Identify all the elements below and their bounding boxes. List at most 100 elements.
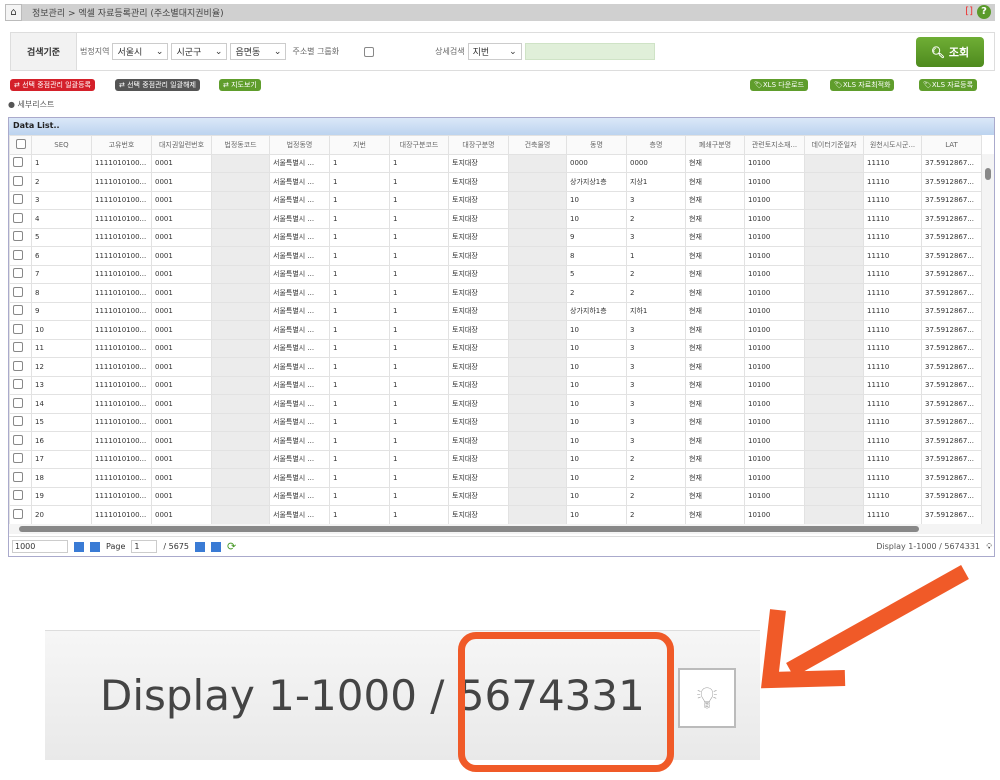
table-cell: 현재 [685,190,745,210]
table-row[interactable]: 17 1111010100... 0001 서울특별시 ... 1 1 토지대장 10 2 현재 1… [9,449,982,469]
row-checkbox[interactable] [9,172,32,192]
row-checkbox[interactable] [9,486,32,506]
table-cell: 1 [389,449,449,469]
select-all-checkbox[interactable] [9,135,32,155]
row-checkbox[interactable] [9,412,32,432]
row-checkbox[interactable] [9,320,32,340]
row-checkbox[interactable] [9,468,32,488]
table-row[interactable]: 15 1111010100... 0001 서울특별시 ... 1 1 토지대장 10 3 현재 1… [9,412,982,432]
row-checkbox[interactable] [9,394,32,414]
table-row[interactable]: 16 1111010100... 0001 서울특별시 ... 1 1 토지대장 10 3 현재 1… [9,431,982,451]
help-icon[interactable]: ? [977,5,991,19]
table-cell: 1111010100... [91,227,152,247]
column-header[interactable]: 고유번호 [91,135,152,155]
search-icon: 🔍︎ [930,45,945,59]
row-checkbox[interactable] [9,153,32,173]
table-cell [508,505,567,525]
row-checkbox[interactable] [9,283,32,303]
column-header[interactable]: 건축물명 [508,135,567,155]
column-header[interactable]: 관련토지소재... [744,135,805,155]
column-header[interactable]: 층명 [626,135,686,155]
table-row[interactable]: 7 1111010100... 0001 서울특별시 ... 1 1 토지대장 5 2 현재 101… [9,264,982,284]
home-icon[interactable]: ⌂ [5,4,22,21]
bulk-register-button[interactable]: ⇄ 선택 중점관리 일괄등록 [10,79,95,91]
table-cell: 3 [626,357,686,377]
prev-page-icon[interactable] [90,541,100,552]
bulk-release-button[interactable]: ⇄ 선택 중점관리 일괄해제 [115,79,200,91]
row-checkbox[interactable] [9,209,32,229]
table-row[interactable]: 2 1111010100... 0001 서울특별시 ... 1 1 토지대장 상가지상1층 지… [9,172,982,192]
table-row[interactable]: 13 1111010100... 0001 서울특별시 ... 1 1 토지대장 10 3 현재 1… [9,375,982,395]
group-checkbox[interactable] [364,46,375,57]
lightbulb-icon[interactable]: 💡︎ [986,542,992,552]
row-checkbox[interactable] [9,375,32,395]
table-row[interactable]: 10 1111010100... 0001 서울특별시 ... 1 1 토지대장 10 3 현재 1… [9,320,982,340]
table-row[interactable]: 11 1111010100... 0001 서울특별시 ... 1 1 토지대장 10 3 현재 1… [9,338,982,358]
column-header[interactable]: 데이터기준일자 [804,135,864,155]
table-cell: 11110 [863,468,922,488]
xls-optimize-button[interactable]: 🏷︎XLS 자료최적화 [830,79,895,91]
row-checkbox[interactable] [9,505,32,525]
row-checkbox[interactable] [9,227,32,247]
table-row[interactable]: 19 1111010100... 0001 서울특별시 ... 1 1 토지대장 10 2 현재 1… [9,486,982,506]
column-header[interactable]: 대지권일련번호 [151,135,212,155]
chevron-down-icon: ⌄ [273,46,282,57]
table-row[interactable]: 5 1111010100... 0001 서울특별시 ... 1 1 토지대장 9 3 현재 101… [9,227,982,247]
next-page-icon[interactable] [194,541,205,552]
table-cell: 10100 [744,486,805,506]
map-view-button[interactable]: ⇄ 지도보기 [219,79,261,91]
xls-register-button[interactable]: 🏷︎XLS 자료등록 [919,79,978,91]
page-input[interactable]: 1 [131,540,158,553]
horizontal-scrollbar[interactable] [9,524,994,534]
detail-search-input[interactable] [524,43,655,60]
table-row[interactable]: 4 1111010100... 0001 서울특별시 ... 1 1 토지대장 10 2 현재 10… [9,209,982,229]
bookmark-icon[interactable]: [] [965,6,973,17]
column-header[interactable]: 동명 [566,135,627,155]
table-row[interactable]: 3 1111010100... 0001 서울특별시 ... 1 1 토지대장 10 3 현재 10… [9,190,982,210]
row-checkbox[interactable] [9,357,32,377]
row-checkbox[interactable] [9,246,32,266]
column-header[interactable]: SEQ [31,135,92,155]
column-header[interactable]: LAT [921,135,982,155]
table-cell: 1 [389,486,449,506]
column-header[interactable]: 지번 [329,135,390,155]
row-checkbox[interactable] [9,431,32,451]
table-row[interactable]: 18 1111010100... 0001 서울특별시 ... 1 1 토지대장 10 2 현재 1… [9,468,982,488]
row-checkbox[interactable] [9,190,32,210]
query-button[interactable]: 🔍︎ 조회 [916,37,984,67]
xls-download-button[interactable]: 🏷︎XLS 다운로드 [750,79,809,91]
table-row[interactable]: 6 1111010100... 0001 서울특별시 ... 1 1 토지대장 8 1 현재 101… [9,246,982,266]
table-row[interactable]: 8 1111010100... 0001 서울특별시 ... 1 1 토지대장 2 2 현재 101… [9,283,982,303]
table-cell: 토지대장 [448,449,509,469]
table-row[interactable]: 12 1111010100... 0001 서울특별시 ... 1 1 토지대장 10 3 현재 1… [9,357,982,377]
table-row[interactable]: 20 1111010100... 0001 서울특별시 ... 1 1 토지대장 10 2 현재 1… [9,505,982,525]
page-size-select[interactable]: 1000 [12,540,68,553]
refresh-icon[interactable]: ⟳ [227,540,236,553]
row-checkbox[interactable] [9,338,32,358]
table-cell: 37.5912867... [921,320,982,340]
column-header[interactable]: 법정동코드 [211,135,270,155]
row-checkbox[interactable] [9,264,32,284]
column-header[interactable]: 대장구분코드 [389,135,449,155]
row-checkbox[interactable] [9,301,32,321]
table-cell: 3 [626,190,686,210]
table-cell: 1 [329,486,390,506]
column-header[interactable]: 폐쇄구분명 [685,135,745,155]
column-header[interactable]: 대장구분명 [448,135,509,155]
eupmyeondong-select[interactable]: 읍면동 ⌄ [230,43,287,60]
detail-select[interactable]: 지번 ⌄ [467,43,522,60]
first-page-icon[interactable] [74,541,84,552]
table-row[interactable]: 9 1111010100... 0001 서울특별시 ... 1 1 토지대장 상가지하1층 지… [9,301,982,321]
column-header[interactable]: 법정동명 [269,135,330,155]
table-cell: 0000 [566,153,627,173]
sigungu-select[interactable]: 시군구 ⌄ [171,43,228,60]
table-row[interactable]: 14 1111010100... 0001 서울특별시 ... 1 1 토지대장 10 3 현재 1… [9,394,982,414]
sido-select[interactable]: 서울시 ⌄ [112,43,169,60]
table-cell: 11110 [863,486,922,506]
vertical-scrollbar[interactable] [982,154,994,524]
row-checkbox[interactable] [9,449,32,469]
last-page-icon[interactable] [210,541,221,552]
chevron-down-icon: ⌄ [509,46,517,57]
column-header[interactable]: 원천시도시군... [863,135,922,155]
table-row[interactable]: 1 1111010100... 0001 서울특별시 ... 1 1 토지대장 0000 000… [9,153,982,173]
